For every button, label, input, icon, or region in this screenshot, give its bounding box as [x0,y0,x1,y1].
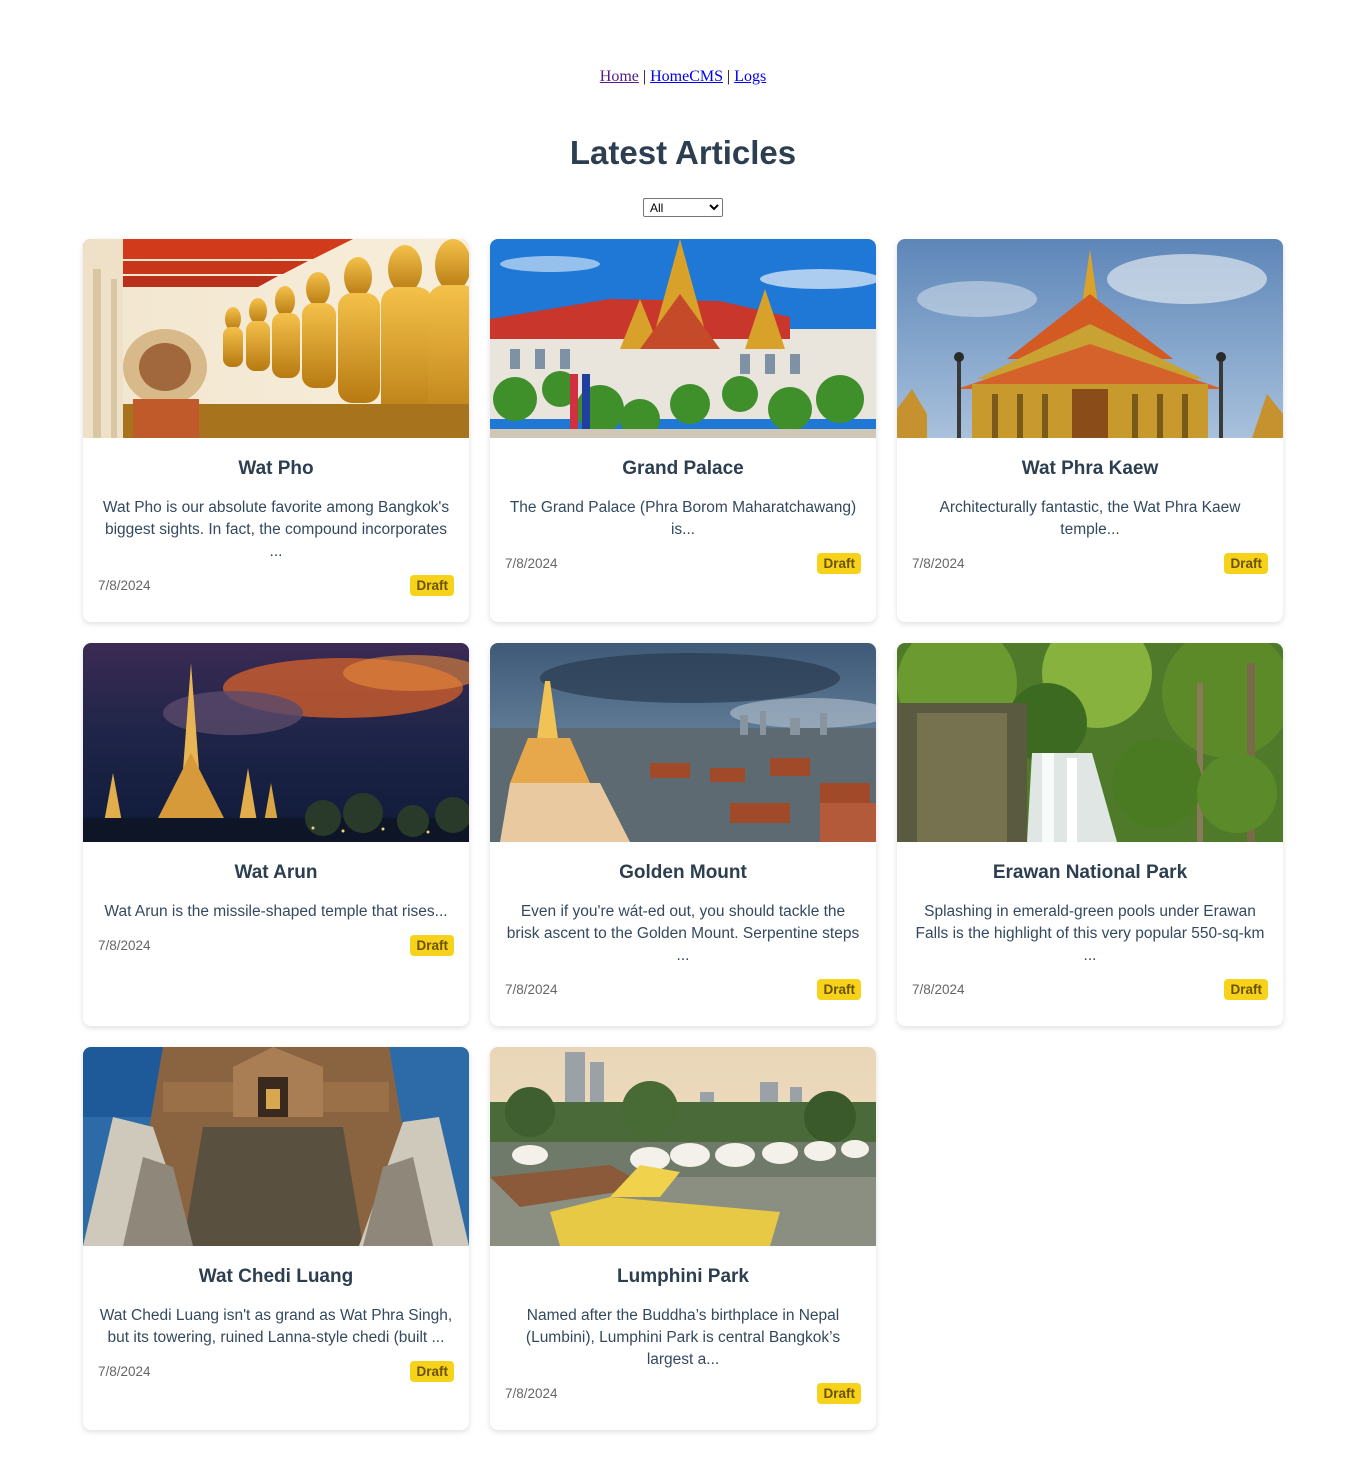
nav-link-homecms[interactable]: HomeCMS [650,68,723,85]
status-badge: Draft [1224,553,1268,574]
article-card[interactable]: Grand Palace The Grand Palace (Phra Boro… [490,239,876,622]
article-date: 7/8/2024 [505,556,558,571]
article-date: 7/8/2024 [98,1364,151,1379]
article-meta: 7/8/2024 Draft [98,935,454,956]
status-badge: Draft [410,935,454,956]
article-image [83,239,469,438]
article-card[interactable]: Erawan National Park Splashing in emeral… [897,643,1283,1026]
article-grid: Wat Pho Wat Pho is our absolute favorite… [83,239,1283,1430]
status-badge: Draft [1224,979,1268,1000]
article-excerpt: Wat Chedi Luang isn't as grand as Wat Ph… [99,1307,453,1346]
nav-separator: | [642,68,647,85]
article-image [83,643,469,842]
article-excerpt: Wat Arun is the missile-shaped temple th… [104,903,448,920]
article-card[interactable]: Lumphini Park Named after the Buddha’s b… [490,1047,876,1430]
article-card[interactable]: Wat Chedi Luang Wat Chedi Luang isn't as… [83,1047,469,1430]
article-title[interactable]: Wat Arun [83,862,469,884]
article-meta: 7/8/2024 Draft [98,1361,454,1382]
article-meta: 7/8/2024 Draft [98,575,454,596]
article-date: 7/8/2024 [98,938,151,953]
article-image [83,1047,469,1246]
article-image [490,239,876,438]
page-title: Latest Articles [569,134,797,171]
article-card[interactable]: Wat Arun Wat Arun is the missile-shaped … [83,643,469,1026]
article-image [897,239,1283,438]
article-card[interactable]: Wat Pho Wat Pho is our absolute favorite… [83,239,469,622]
article-meta: 7/8/2024 Draft [505,979,861,1000]
article-card[interactable]: Golden Mount Even if you're wát-ed out, … [490,643,876,1026]
article-excerpt: The Grand Palace (Phra Borom Maharatchaw… [509,499,857,538]
article-image [897,643,1283,842]
nav-separator: | [727,68,731,85]
article-title[interactable]: Golden Mount [490,862,876,884]
article-excerpt: Wat Pho is our absolute favorite among B… [102,499,450,560]
article-image [490,643,876,842]
article-date: 7/8/2024 [98,578,151,593]
article-meta: 7/8/2024 Draft [505,553,861,574]
article-title[interactable]: Wat Chedi Luang [83,1266,469,1288]
article-date: 7/8/2024 [912,982,965,997]
article-meta: 7/8/2024 Draft [912,979,1268,1000]
article-excerpt: Named after the Buddha’s birthplace in N… [525,1307,841,1368]
article-meta: 7/8/2024 Draft [505,1383,861,1404]
status-badge: Draft [817,553,861,574]
article-title[interactable]: Lumphini Park [490,1266,876,1288]
article-title[interactable]: Wat Pho [83,458,469,480]
article-date: 7/8/2024 [912,556,965,571]
nav-link-logs[interactable]: Logs [734,68,766,85]
status-badge: Draft [410,575,454,596]
article-title[interactable]: Erawan National Park [897,862,1283,884]
status-badge: Draft [410,1361,454,1382]
nav-link-home[interactable]: Home [600,68,639,85]
article-date: 7/8/2024 [505,982,558,997]
article-title[interactable]: Wat Phra Kaew [897,458,1283,480]
article-image [490,1047,876,1246]
article-excerpt: Even if you're wát-ed out, you should ta… [506,903,860,964]
top-nav: Home | HomeCMS | Logs [0,68,1366,86]
article-meta: 7/8/2024 Draft [912,553,1268,574]
article-title[interactable]: Grand Palace [490,458,876,480]
article-excerpt: Splashing in emerald-green pools under E… [915,903,1265,964]
category-filter-select[interactable]: All [643,198,723,217]
status-badge: Draft [817,1383,861,1404]
article-date: 7/8/2024 [505,1386,558,1401]
article-excerpt: Architecturally fantastic, the Wat Phra … [939,499,1241,538]
filter-container: All [0,198,1366,217]
status-badge: Draft [817,979,861,1000]
article-card[interactable]: Wat Phra Kaew Architecturally fantastic,… [897,239,1283,622]
